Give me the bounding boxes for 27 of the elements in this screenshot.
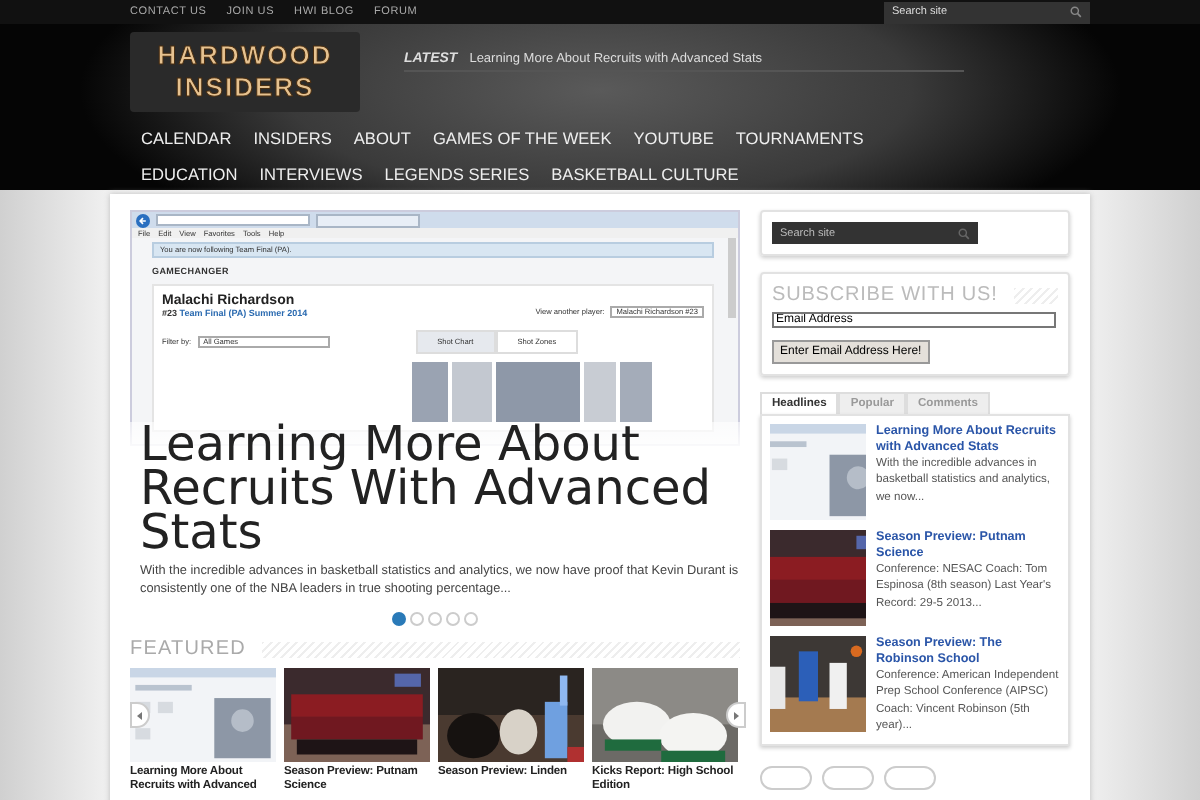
nav-link[interactable]: INSIDERS — [242, 126, 343, 152]
nav-link[interactable]: CALENDAR — [130, 126, 243, 152]
slider-dot[interactable] — [428, 612, 442, 626]
social-button[interactable] — [760, 765, 812, 790]
scrollbar — [728, 238, 736, 318]
slider-dot[interactable] — [392, 612, 406, 626]
social-button[interactable] — [822, 765, 874, 790]
slider-dot[interactable] — [464, 612, 478, 626]
nav-link[interactable]: YOUTUBE — [622, 126, 725, 152]
nav-link[interactable]: TOURNAMENTS — [724, 126, 875, 152]
slider-dot[interactable] — [446, 612, 460, 626]
search-icon — [1070, 6, 1082, 18]
nav-link[interactable]: EDUCATION — [130, 162, 249, 188]
nav-link[interactable]: LEGENDS SERIES — [373, 162, 541, 188]
nav-link[interactable]: ABOUT — [342, 126, 422, 152]
previous-button[interactable] — [130, 702, 150, 728]
slider-dot[interactable] — [410, 612, 424, 626]
search-icon — [958, 227, 970, 239]
widget-title: SUBSCRIBE WITH US! — [772, 284, 998, 306]
logo[interactable]: HARDWOOD INSIDERS — [130, 32, 360, 112]
right-arrow-icon — [730, 709, 742, 721]
nav-link[interactable]: BASKETBALL CULTURE — [540, 162, 750, 188]
section-heading: FEATURED — [130, 638, 246, 660]
nav-link[interactable]: GAMES OF THE WEEK — [421, 126, 623, 152]
social-button[interactable] — [884, 765, 936, 790]
left-arrow-icon — [134, 709, 146, 721]
nav-link[interactable]: INTERVIEWS — [248, 162, 374, 188]
